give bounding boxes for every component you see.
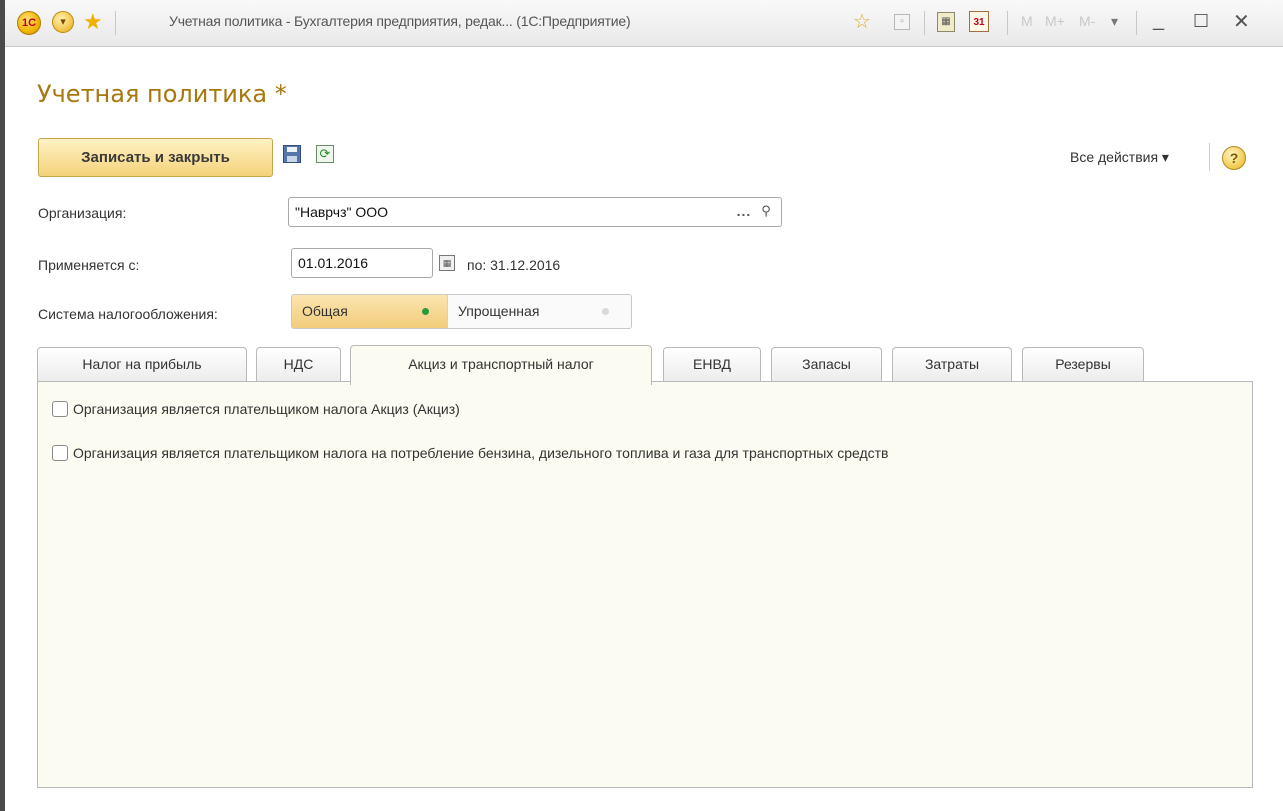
tax-system-option-label: Упрощенная — [458, 303, 540, 319]
window-edge — [0, 0, 5, 811]
tab-panel-excise: Организация является плательщиком налога… — [37, 381, 1253, 788]
titlebar-separator — [1007, 11, 1008, 35]
tax-system-option-label: Общая — [302, 303, 348, 319]
save-icon[interactable] — [283, 145, 301, 163]
main-menu-icon[interactable]: ▾ — [52, 11, 74, 33]
tab-vat[interactable]: НДС — [256, 347, 341, 381]
titlebar-dropdown-icon[interactable]: ▾ — [1111, 13, 1118, 30]
page-title: Учетная политика * — [37, 80, 287, 108]
close-button[interactable]: ✕ — [1233, 9, 1250, 34]
memory-minus-button[interactable]: M- — [1079, 13, 1095, 29]
fuel-tax-payer-checkbox-row[interactable]: Организация является плательщиком налога… — [52, 445, 888, 461]
tax-system-option-simplified[interactable]: Упрощенная — [447, 295, 631, 328]
minimize-button[interactable]: _ — [1153, 9, 1164, 32]
refresh-icon[interactable]: ⟳ — [316, 145, 334, 163]
maximize-button[interactable]: ☐ — [1193, 11, 1209, 32]
fuel-tax-payer-label: Организация является плательщиком налога… — [73, 445, 889, 461]
titlebar-separator — [1136, 11, 1137, 35]
window-title: Учетная политика - Бухгалтерия предприят… — [169, 13, 631, 29]
tab-envd[interactable]: ЕНВД — [663, 347, 761, 381]
organization-open-icon[interactable]: ⚲ — [755, 198, 777, 226]
organization-value: "Наврчз" ООО — [295, 204, 389, 220]
memory-plus-button[interactable]: M+ — [1045, 13, 1065, 29]
tab-profit-tax[interactable]: Налог на прибыль — [37, 347, 247, 381]
tab-inventory[interactable]: Запасы — [771, 347, 882, 381]
selected-indicator-icon — [422, 308, 429, 315]
save-and-close-button[interactable]: Записать и закрыть — [38, 138, 273, 177]
unselected-indicator-icon — [602, 308, 609, 315]
tab-reserves[interactable]: Резервы — [1022, 347, 1144, 381]
organization-select-button[interactable]: ... — [733, 198, 755, 226]
tax-system-option-general[interactable]: Общая — [292, 295, 447, 328]
titlebar-separator — [924, 11, 925, 35]
1c-logo-icon[interactable]: 1С — [17, 11, 41, 35]
excise-payer-checkbox-row[interactable]: Организация является плательщиком налога… — [52, 401, 460, 417]
tab-expenses[interactable]: Затраты — [892, 347, 1012, 381]
organization-field[interactable]: "Наврчз" ООО ... ⚲ — [288, 197, 782, 227]
help-icon[interactable]: ? — [1222, 146, 1246, 170]
link-icon[interactable]: ▫ — [894, 14, 910, 30]
tax-system-switch[interactable]: Общая Упрощенная — [291, 294, 632, 329]
calendar-icon[interactable]: 31 — [969, 11, 989, 32]
toolbar-separator — [1209, 143, 1210, 171]
memory-button[interactable]: M — [1021, 13, 1033, 29]
applies-from-label: Применяется с: — [38, 257, 140, 273]
titlebar-separator — [115, 11, 116, 35]
applies-from-date-input[interactable]: 01.01.2016 — [291, 248, 433, 278]
tab-excise-transport-tax[interactable]: Акциз и транспортный налог — [350, 345, 652, 385]
favorites-star-icon[interactable]: ★ — [83, 9, 103, 35]
add-favorite-icon[interactable]: ☆ — [853, 11, 871, 33]
applies-to-text: по: 31.12.2016 — [467, 257, 561, 273]
organization-label: Организация: — [38, 205, 127, 221]
calendar-picker-icon[interactable]: ▦ — [439, 255, 455, 271]
excise-payer-checkbox[interactable] — [52, 401, 68, 417]
fuel-tax-payer-checkbox[interactable] — [52, 445, 68, 461]
window-titlebar: 1С ▾ ★ Учетная политика - Бухгалтерия пр… — [5, 0, 1283, 47]
all-actions-menu[interactable]: Все действия ▾ — [1070, 149, 1169, 166]
excise-payer-label: Организация является плательщиком налога… — [73, 401, 460, 417]
tax-system-label: Система налогообложения: — [38, 306, 218, 322]
calculator-icon[interactable]: ▦ — [937, 12, 955, 32]
